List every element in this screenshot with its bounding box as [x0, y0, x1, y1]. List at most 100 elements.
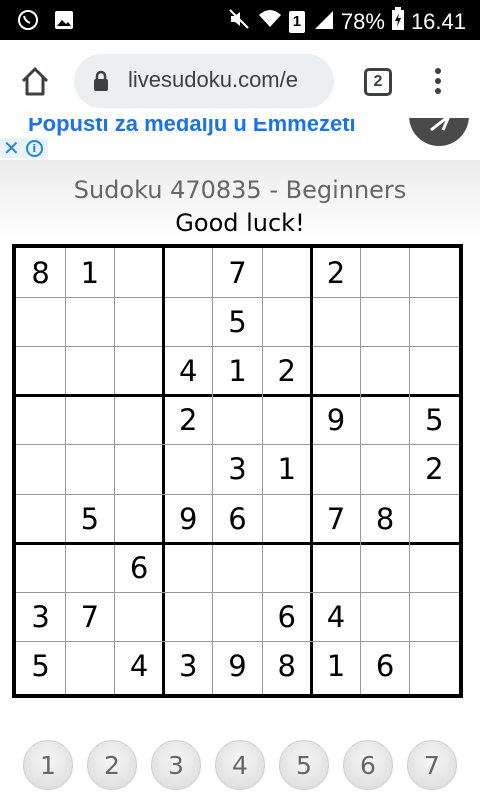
sudoku-cell[interactable] [262, 297, 311, 346]
home-button[interactable] [18, 64, 52, 98]
sudoku-cell[interactable] [410, 248, 459, 297]
sudoku-cell[interactable]: 3 [213, 445, 262, 494]
sudoku-cell[interactable] [213, 396, 262, 445]
sudoku-cell[interactable] [114, 297, 163, 346]
sudoku-cell[interactable]: 6 [213, 494, 262, 543]
sudoku-cell[interactable]: 7 [65, 593, 114, 642]
status-bar: 1 78% 16.41 [0, 0, 480, 40]
sudoku-cell[interactable] [16, 543, 65, 592]
number-button-7[interactable]: 7 [407, 740, 457, 790]
sudoku-cell[interactable] [65, 396, 114, 445]
sudoku-cell[interactable] [410, 642, 459, 691]
sudoku-cell[interactable]: 4 [114, 642, 163, 691]
sudoku-cell[interactable]: 1 [213, 346, 262, 395]
sudoku-cell[interactable] [361, 396, 410, 445]
sudoku-cell[interactable] [164, 445, 213, 494]
number-button-2[interactable]: 2 [87, 740, 137, 790]
close-icon[interactable]: ✕ [3, 138, 20, 158]
sudoku-cell[interactable] [114, 445, 163, 494]
sudoku-cell[interactable] [311, 445, 360, 494]
sudoku-cell[interactable]: 2 [410, 445, 459, 494]
ad-banner[interactable]: Popusti za medalju u Emmezeti ✕ i [0, 118, 480, 160]
sudoku-cell[interactable]: 1 [262, 445, 311, 494]
sudoku-cell[interactable] [311, 297, 360, 346]
sudoku-cell[interactable]: 1 [65, 248, 114, 297]
sudoku-cell[interactable]: 2 [262, 346, 311, 395]
sudoku-cell[interactable] [16, 396, 65, 445]
number-button-5[interactable]: 5 [279, 740, 329, 790]
sudoku-cell[interactable] [114, 346, 163, 395]
sudoku-cell[interactable]: 9 [213, 642, 262, 691]
sudoku-cell[interactable] [361, 445, 410, 494]
sudoku-cell[interactable]: 9 [164, 494, 213, 543]
number-button-3[interactable]: 3 [151, 740, 201, 790]
sudoku-cell[interactable]: 3 [164, 642, 213, 691]
sudoku-cell[interactable]: 1 [311, 642, 360, 691]
sudoku-cell[interactable] [114, 593, 163, 642]
sudoku-cell[interactable]: 6 [361, 642, 410, 691]
sudoku-cell[interactable] [410, 543, 459, 592]
sudoku-cell[interactable] [361, 248, 410, 297]
sudoku-cell[interactable]: 2 [311, 248, 360, 297]
sudoku-cell[interactable] [311, 346, 360, 395]
sudoku-cell[interactable] [65, 346, 114, 395]
sudoku-cell[interactable] [410, 297, 459, 346]
sudoku-cell[interactable] [65, 543, 114, 592]
sudoku-cell[interactable]: 5 [410, 396, 459, 445]
sudoku-cell[interactable] [410, 346, 459, 395]
sudoku-cell[interactable] [262, 248, 311, 297]
sudoku-cell[interactable]: 8 [361, 494, 410, 543]
sudoku-cell[interactable] [410, 593, 459, 642]
sudoku-cell[interactable] [361, 346, 410, 395]
sudoku-cell[interactable] [16, 346, 65, 395]
sudoku-cell[interactable] [16, 445, 65, 494]
sudoku-cell[interactable]: 8 [16, 248, 65, 297]
sudoku-cell[interactable]: 4 [311, 593, 360, 642]
sudoku-cell[interactable]: 6 [262, 593, 311, 642]
sudoku-cell[interactable]: 8 [262, 642, 311, 691]
sudoku-cell[interactable] [164, 543, 213, 592]
sudoku-cell[interactable] [410, 494, 459, 543]
sudoku-cell[interactable] [361, 593, 410, 642]
sudoku-cell[interactable] [262, 396, 311, 445]
sudoku-cell[interactable] [213, 593, 262, 642]
ad-choices[interactable]: ✕ i [0, 138, 48, 158]
number-button-6[interactable]: 6 [343, 740, 393, 790]
ad-text: Popusti za medalju u Emmezeti [28, 118, 356, 136]
sudoku-cell[interactable] [114, 494, 163, 543]
overflow-menu-icon[interactable] [430, 68, 446, 98]
sudoku-cell[interactable] [65, 642, 114, 691]
sudoku-cell[interactable]: 5 [16, 642, 65, 691]
sudoku-cell[interactable] [16, 494, 65, 543]
sudoku-cell[interactable] [114, 396, 163, 445]
sudoku-cell[interactable] [16, 297, 65, 346]
sudoku-cell[interactable] [114, 248, 163, 297]
home-icon [21, 67, 49, 96]
sudoku-cell[interactable]: 6 [114, 543, 163, 592]
info-icon[interactable]: i [25, 139, 43, 157]
tab-switcher-button[interactable]: 2 [364, 68, 392, 96]
sudoku-cell[interactable] [262, 494, 311, 543]
sudoku-cell[interactable] [361, 543, 410, 592]
sudoku-cell[interactable]: 2 [164, 396, 213, 445]
sudoku-cell[interactable] [65, 297, 114, 346]
sudoku-cell[interactable] [213, 543, 262, 592]
sudoku-cell[interactable] [164, 297, 213, 346]
sudoku-cell[interactable] [361, 297, 410, 346]
sudoku-cell[interactable] [164, 593, 213, 642]
sudoku-cell[interactable]: 4 [164, 346, 213, 395]
sudoku-cell[interactable]: 7 [213, 248, 262, 297]
address-bar[interactable]: livesudoku.com/e [74, 54, 334, 108]
sudoku-cell[interactable] [164, 248, 213, 297]
sudoku-cell[interactable] [262, 543, 311, 592]
number-button-4[interactable]: 4 [215, 740, 265, 790]
number-button-1[interactable]: 1 [23, 740, 73, 790]
sudoku-cell[interactable]: 5 [65, 494, 114, 543]
sudoku-cell[interactable]: 3 [16, 593, 65, 642]
sudoku-cell[interactable] [311, 543, 360, 592]
sudoku-cell[interactable]: 5 [213, 297, 262, 346]
sudoku-cell[interactable] [65, 445, 114, 494]
ad-arrow-icon[interactable] [409, 118, 469, 146]
sudoku-cell[interactable]: 9 [311, 396, 360, 445]
sudoku-cell[interactable]: 7 [311, 494, 360, 543]
